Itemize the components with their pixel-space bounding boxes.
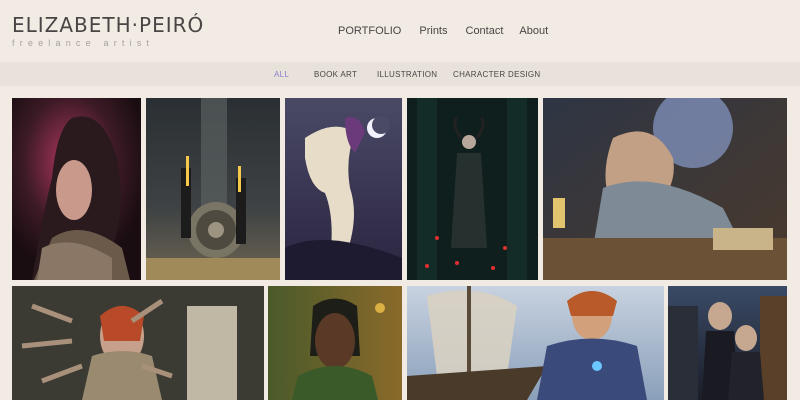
artwork-image bbox=[12, 286, 264, 400]
gallery-item-ship-captain[interactable] bbox=[407, 286, 664, 400]
artwork-image bbox=[268, 286, 402, 400]
gallery-item-elf-portrait[interactable] bbox=[268, 286, 402, 400]
filter-character-design[interactable]: CHARACTER DESIGN bbox=[453, 70, 540, 80]
gallery-item-horned-woman[interactable] bbox=[407, 98, 538, 280]
site-header: ELIZABETH·PEIRÓ freelance artist PORTFOL… bbox=[0, 0, 800, 62]
artwork-image bbox=[12, 98, 141, 280]
main-nav: PORTFOLIO Prints Contact About bbox=[338, 24, 548, 38]
filter-all[interactable]: ALL bbox=[274, 70, 289, 80]
gallery-item-reaching-hands[interactable] bbox=[12, 286, 264, 400]
category-filter-bar: ALL BOOK ART ILLUSTRATION CHARACTER DESI… bbox=[0, 62, 800, 86]
gallery-item-dark-street[interactable] bbox=[668, 286, 787, 400]
filter-illustration[interactable]: ILLUSTRATION bbox=[377, 70, 437, 80]
nav-prints[interactable]: Prints bbox=[419, 24, 447, 38]
nav-portfolio[interactable]: PORTFOLIO bbox=[338, 24, 401, 38]
site-logo[interactable]: ELIZABETH·PEIRÓ freelance artist bbox=[12, 14, 204, 48]
nav-about[interactable]: About bbox=[519, 24, 548, 38]
gallery-item-moon-rider[interactable] bbox=[285, 98, 402, 280]
artwork-image bbox=[407, 98, 538, 280]
gallery-item-shield-scene[interactable] bbox=[146, 98, 280, 280]
site-tagline: freelance artist bbox=[12, 38, 155, 48]
artwork-image bbox=[543, 98, 787, 280]
filter-book-art[interactable]: BOOK ART bbox=[314, 70, 357, 80]
artwork-image bbox=[668, 286, 787, 400]
nav-contact[interactable]: Contact bbox=[466, 24, 504, 38]
gallery-item-warrior-portrait[interactable] bbox=[12, 98, 141, 280]
gallery-item-craftsman[interactable] bbox=[543, 98, 787, 280]
artwork-image bbox=[407, 286, 664, 400]
site-name[interactable]: ELIZABETH·PEIRÓ bbox=[12, 14, 204, 36]
artwork-image bbox=[146, 98, 280, 280]
artwork-image bbox=[285, 98, 402, 280]
